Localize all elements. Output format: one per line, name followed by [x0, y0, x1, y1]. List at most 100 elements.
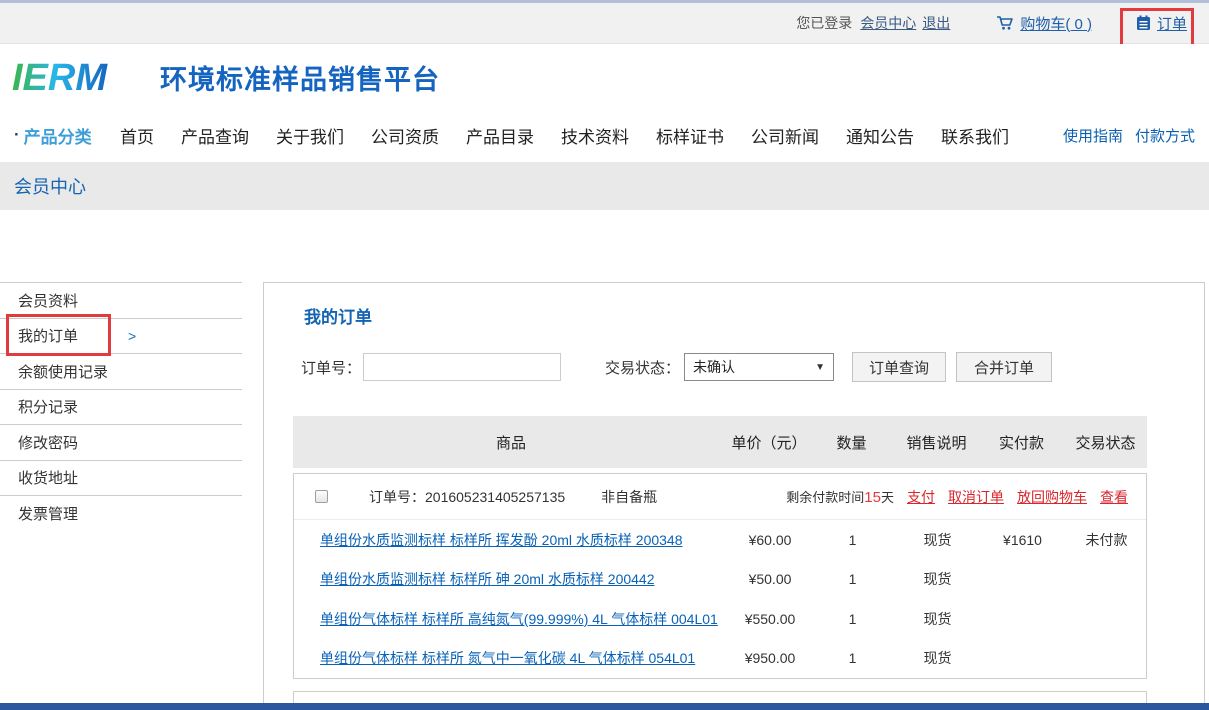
- site-name: 环境标准样品销售平台: [160, 58, 440, 97]
- sidebar-item-label: 我的订单: [18, 325, 78, 346]
- pay-link[interactable]: 支付: [907, 487, 935, 507]
- user-guide-link[interactable]: 使用指南: [1063, 125, 1123, 146]
- order-block: 订单号：201605231405257135 非自备瓶 剩余付款时间15天 支付…: [293, 473, 1147, 679]
- order-header-row: 订单号：201605231405257135 非自备瓶 剩余付款时间15天 支付…: [294, 474, 1146, 520]
- sidebar-item-points-records[interactable]: 积分记录: [0, 389, 242, 425]
- orders-link[interactable]: 订单: [1157, 13, 1187, 34]
- product-link[interactable]: 单组份水质监测标样 标样所 砷 20ml 水质标样 200442: [320, 571, 655, 587]
- cart-icon: [996, 15, 1014, 31]
- nav-item-home[interactable]: 首页: [120, 123, 154, 148]
- cart-group[interactable]: 购物车( 0 ): [996, 13, 1092, 34]
- breadcrumb: 会员中心: [0, 162, 1209, 210]
- payment-method-link[interactable]: 付款方式: [1135, 125, 1195, 146]
- chevron-down-icon: ▼: [815, 362, 825, 373]
- order-no-value: 201605231405257135: [425, 489, 565, 505]
- orders-group[interactable]: 订单: [1136, 13, 1187, 34]
- sidebar-item-label: 收货地址: [18, 467, 78, 488]
- return-to-cart-link[interactable]: 放回购物车: [1017, 487, 1087, 507]
- item-paid: ¥1610: [980, 532, 1065, 548]
- order-item-row: 单组份气体标样 标样所 氮气中一氧化碳 4L 气体标样 054L01 ¥950.…: [294, 639, 1146, 679]
- nav-item-announcements[interactable]: 通知公告: [846, 123, 914, 148]
- orders-table: 商品 单价（元） 数量 销售说明 实付款 交易状态 订单号：2016052314…: [293, 416, 1147, 710]
- login-status-text: 您已登录: [796, 13, 852, 33]
- sidebar-item-label: 余额使用记录: [18, 361, 108, 382]
- product-link[interactable]: 单组份气体标样 标样所 高纯氮气(99.999%) 4L 气体标样 004L01: [320, 611, 718, 627]
- remain-days: 15: [864, 489, 881, 506]
- status-select[interactable]: 未确认 ▼: [684, 353, 834, 381]
- order-item-row: 单组份水质监测标样 标样所 砷 20ml 水质标样 200442 ¥50.00 …: [294, 560, 1146, 600]
- merge-orders-button[interactable]: 合并订单: [956, 352, 1052, 382]
- remaining-payment-time: 剩余付款时间15天: [786, 487, 894, 506]
- item-status: 未付款: [1065, 530, 1148, 550]
- item-price: ¥60.00: [730, 532, 810, 548]
- footer-bar: [0, 703, 1209, 710]
- site-logo: IERM: [10, 53, 146, 101]
- col-header-quantity: 数量: [809, 432, 894, 453]
- orders-panel: 我的订单 订单号： 交易状态： 未确认 ▼ 订单查询 合并订单 商品 单价（元）…: [263, 282, 1205, 710]
- order-number: 订单号：201605231405257135: [369, 487, 565, 507]
- item-qty: 1: [810, 571, 895, 587]
- item-note: 现货: [895, 569, 980, 589]
- item-qty: 1: [810, 650, 895, 666]
- nav-item-certificates[interactable]: 标样证书: [656, 123, 724, 148]
- member-center-link[interactable]: 会员中心: [860, 13, 916, 33]
- sidebar-item-label: 发票管理: [18, 503, 78, 524]
- order-checkbox[interactable]: [315, 490, 328, 503]
- bottle-type: 非自备瓶: [601, 487, 657, 507]
- nav-item-tech-docs[interactable]: 技术资料: [561, 123, 629, 148]
- page: 您已登录 会员中心 退出 购物车( 0 ): [0, 0, 1209, 710]
- status-selected-value: 未确认: [693, 357, 735, 377]
- sidebar-item-member-profile[interactable]: 会员资料: [0, 282, 242, 318]
- product-link[interactable]: 单组份气体标样 标样所 氮气中一氧化碳 4L 气体标样 054L01: [320, 650, 695, 666]
- product-link[interactable]: 单组份水质监测标样 标样所 挥发酚 20ml 水质标样 200348: [320, 532, 683, 548]
- nav-items: 首页 产品查询 关于我们 公司资质 产品目录 技术资料 标样证书 公司新闻 通知…: [120, 123, 1009, 148]
- nav-item-product-search[interactable]: 产品查询: [181, 123, 249, 148]
- logo-text: IERM: [12, 57, 108, 99]
- sidebar-item-label: 修改密码: [18, 432, 78, 453]
- item-note: 现货: [895, 530, 980, 550]
- top-utility-bar: 您已登录 会员中心 退出 购物车( 0 ): [0, 0, 1209, 44]
- nav-item-catalog[interactable]: 产品目录: [466, 123, 534, 148]
- bullet-icon: ·: [14, 125, 20, 145]
- view-order-link[interactable]: 查看: [1100, 487, 1128, 507]
- item-price: ¥50.00: [730, 571, 810, 587]
- member-sidebar: 会员资料 我的订单 > 余额使用记录 积分记录 修改密码 收货地址 发票管理: [0, 282, 242, 531]
- sidebar-item-label: 积分记录: [18, 396, 78, 417]
- col-header-product: 商品: [293, 432, 729, 453]
- item-note: 现货: [895, 648, 980, 668]
- cart-link[interactable]: 购物车( 0 ): [1020, 13, 1092, 34]
- sidebar-item-invoice-management[interactable]: 发票管理: [0, 495, 242, 531]
- nav-item-company-news[interactable]: 公司新闻: [751, 123, 819, 148]
- col-header-paid-amount: 实付款: [979, 432, 1064, 453]
- order-search-button[interactable]: 订单查询: [852, 352, 946, 382]
- site-header: IERM 环境标准样品销售平台: [0, 44, 1209, 110]
- sidebar-item-my-orders[interactable]: 我的订单 >: [0, 318, 242, 354]
- sidebar-item-balance-records[interactable]: 余额使用记录: [0, 353, 242, 389]
- product-category-menu[interactable]: · 产品分类: [14, 123, 114, 148]
- cancel-order-link[interactable]: 取消订单: [948, 487, 1004, 507]
- sidebar-item-label: 会员资料: [18, 290, 78, 311]
- nav-item-contact-us[interactable]: 联系我们: [941, 123, 1009, 148]
- item-qty: 1: [810, 532, 895, 548]
- nav-right-links: 使用指南 付款方式: [1063, 125, 1195, 146]
- chevron-right-icon: >: [128, 328, 136, 344]
- product-category-label: 产品分类: [24, 123, 92, 148]
- item-price: ¥550.00: [730, 611, 810, 627]
- sidebar-item-shipping-address[interactable]: 收货地址: [0, 460, 242, 496]
- sidebar-item-change-password[interactable]: 修改密码: [0, 424, 242, 460]
- order-no-label: 订单号：: [301, 357, 361, 378]
- order-list-icon: [1136, 15, 1151, 31]
- page-title: 我的订单: [304, 303, 372, 328]
- nav-item-qualifications[interactable]: 公司资质: [371, 123, 439, 148]
- nav-item-about-us[interactable]: 关于我们: [276, 123, 344, 148]
- item-qty: 1: [810, 611, 895, 627]
- col-header-trade-status: 交易状态: [1064, 432, 1147, 453]
- logout-link[interactable]: 退出: [922, 13, 950, 33]
- order-actions: 剩余付款时间15天 支付 取消订单 放回购物车 查看: [786, 487, 1146, 507]
- order-item-row: 单组份气体标样 标样所 高纯氮气(99.999%) 4L 气体标样 004L01…: [294, 599, 1146, 639]
- remain-label: 剩余付款时间: [786, 490, 864, 505]
- main-nav: · 产品分类 首页 产品查询 关于我们 公司资质 产品目录 技术资料 标样证书 …: [0, 110, 1209, 160]
- remain-unit: 天: [881, 490, 894, 505]
- order-item-row: 单组份水质监测标样 标样所 挥发酚 20ml 水质标样 200348 ¥60.0…: [294, 520, 1146, 560]
- order-no-input[interactable]: [363, 353, 561, 381]
